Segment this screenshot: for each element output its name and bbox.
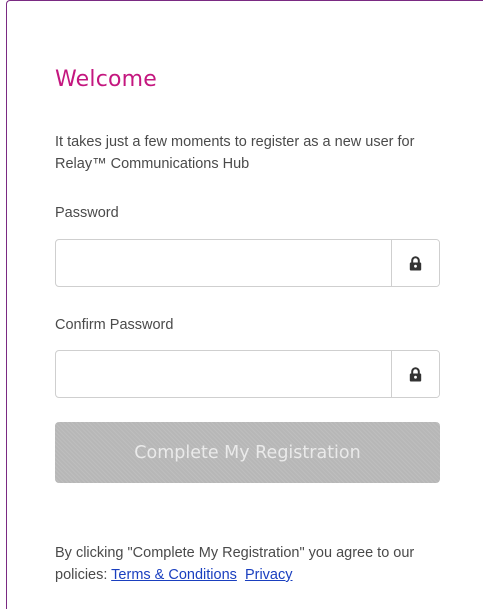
lock-icon [409,366,422,381]
complete-registration-button[interactable]: Complete My Registration [55,422,440,483]
terms-conditions-link[interactable]: Terms & Conditions [111,567,237,583]
privacy-link[interactable]: Privacy [245,567,293,583]
confirm-password-input[interactable] [56,351,391,397]
page-title: Welcome [55,67,158,92]
confirm-password-field-group [55,350,440,398]
password-addon [391,240,439,286]
lock-icon [409,255,422,270]
confirm-password-addon [391,351,439,397]
password-field-group [55,239,440,287]
password-input[interactable] [56,240,391,286]
policy-text: By clicking "Complete My Registration" y… [55,542,447,586]
password-label: Password [55,205,119,221]
confirm-password-label: Confirm Password [55,317,174,333]
registration-card: Welcome It takes just a few moments to r… [6,0,483,609]
intro-text: It takes just a few moments to register … [55,134,415,172]
